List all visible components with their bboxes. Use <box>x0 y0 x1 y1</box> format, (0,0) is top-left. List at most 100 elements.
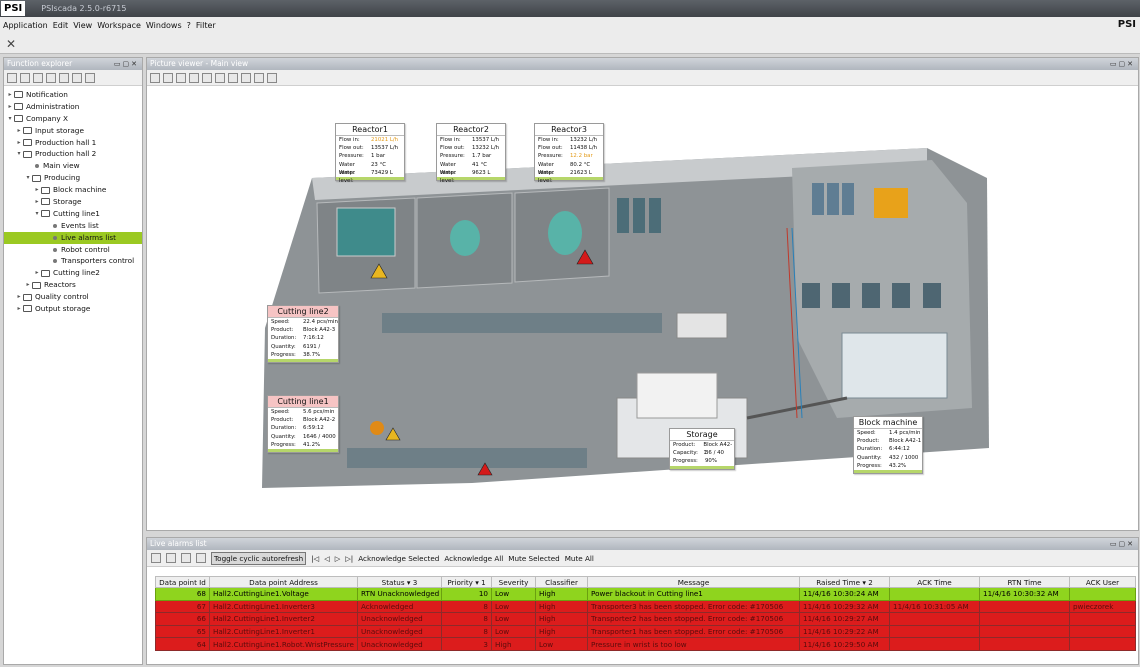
first-page-icon[interactable]: |◁ <box>311 554 319 563</box>
image-icon[interactable] <box>241 72 251 83</box>
pick-icon[interactable] <box>163 72 173 83</box>
column-header[interactable]: Message <box>587 576 800 588</box>
mute-all-button[interactable]: Mute All <box>565 554 594 563</box>
expand-arrow-icon[interactable]: ▸ <box>24 279 32 291</box>
prev-page-icon[interactable]: ◁ <box>324 554 330 563</box>
menu-workspace[interactable]: Workspace <box>97 21 141 30</box>
expand-arrow-icon[interactable]: ▾ <box>15 148 23 160</box>
panel-controls-icon[interactable]: ▭▢✕ <box>1110 58 1135 70</box>
menu-edit[interactable]: Edit <box>53 21 69 30</box>
tree-item[interactable]: Live alarms list <box>4 231 142 244</box>
refresh-icon[interactable] <box>151 553 161 563</box>
expand-all-icon[interactable] <box>20 72 30 83</box>
tree-item[interactable]: ▸ Notification <box>4 89 142 101</box>
info-value: 1646 / 4000 <box>303 433 336 440</box>
ack-all-button[interactable]: Acknowledge All <box>444 554 503 563</box>
list-icon[interactable] <box>85 72 95 83</box>
ack-selected-button[interactable]: Acknowledge Selected <box>358 554 439 563</box>
zoom-in-icon[interactable] <box>176 72 186 83</box>
open-folder-icon[interactable] <box>267 72 277 83</box>
cutting-line2-infobox[interactable]: Cutting line2 Speed: 22.4 pcs/min Product:… <box>267 305 339 363</box>
pan-icon[interactable] <box>254 72 264 83</box>
zoom-out-icon[interactable] <box>189 72 199 83</box>
tree-item[interactable]: ▸ Cutting line2 <box>4 267 142 279</box>
tree-item-label: Company X <box>26 113 69 123</box>
alarm-row[interactable]: 66 Hall2.CuttingLine1.Inverter2 Unacknowle… <box>155 612 1136 626</box>
menu-filter[interactable]: Filter <box>196 21 216 30</box>
storage-infobox[interactable]: Storage Product: Block A42-1 Capacity: 36 /… <box>669 428 735 470</box>
autorefresh-icon[interactable] <box>196 553 206 563</box>
tree-item[interactable]: Robot control <box>4 244 142 256</box>
expand-arrow-icon[interactable]: ▾ <box>33 208 41 220</box>
alarm-row[interactable]: 68 Hall2.CuttingLine1.Voltage RTN Unacknow… <box>155 587 1136 601</box>
column-header[interactable]: ACK Time <box>889 576 980 588</box>
alarm-row[interactable]: 65 Hall2.CuttingLine1.Inverter1 Unacknowle… <box>155 624 1136 639</box>
filter-icon[interactable] <box>72 72 82 83</box>
mute-selected-button[interactable]: Mute Selected <box>508 554 559 563</box>
tree-item[interactable]: ▸ Reactors <box>4 279 142 291</box>
last-page-icon[interactable]: ▷| <box>345 554 353 563</box>
expand-arrow-icon[interactable]: ▸ <box>15 125 23 137</box>
reactor2-infobox[interactable]: Reactor2 Flow in: 13537 L/h Flow out: 13232… <box>436 123 506 184</box>
expand-arrow-icon[interactable]: ▸ <box>15 291 23 303</box>
cutting-line1-infobox[interactable]: Cutting line1 Speed: 5.6 pcs/min Product: B… <box>267 395 339 453</box>
tree-item[interactable]: ▸ Administration <box>4 101 142 113</box>
tree-icon-4[interactable] <box>46 72 56 83</box>
column-header[interactable]: Data point Address <box>209 576 358 588</box>
next-page-icon[interactable]: ▷ <box>335 554 341 563</box>
expand-arrow-icon[interactable]: ▸ <box>33 184 41 196</box>
tree-item[interactable]: ▸ Output storage <box>4 303 142 315</box>
expand-arrow-icon[interactable]: ▾ <box>6 113 14 125</box>
expand-arrow-icon[interactable]: ▸ <box>6 89 14 101</box>
block-machine-infobox[interactable]: Block machine Speed: 1.4 pcs/min Product: B… <box>853 416 923 474</box>
tree-item[interactable]: ▾ Producing <box>4 172 142 184</box>
panel-controls-icon[interactable]: ▭▢✕ <box>1110 538 1135 550</box>
link-icon[interactable] <box>181 553 191 563</box>
column-header[interactable]: RTN Time <box>979 576 1070 588</box>
tree-item[interactable]: Events list <box>4 220 142 232</box>
zoom-reset-icon[interactable] <box>215 72 225 83</box>
plant-canvas[interactable]: Reactor1 Flow in: 21021 L/h Flow out: 13537… <box>147 88 1138 530</box>
column-header[interactable]: Severity <box>491 576 536 588</box>
toggle-autorefresh-button[interactable]: Toggle cyclic autorefresh <box>211 551 307 565</box>
tree-item[interactable]: ▸ Quality control <box>4 291 142 303</box>
menu-view[interactable]: View <box>73 21 92 30</box>
tree-item[interactable]: ▾ Production hall 2 <box>4 148 142 160</box>
menu-help[interactable]: ? <box>187 21 191 30</box>
reactor3-infobox[interactable]: Reactor3 Flow in: 13232 L/h Flow out: 11438… <box>534 123 604 184</box>
expand-arrow-icon[interactable]: ▸ <box>33 196 41 208</box>
column-header[interactable]: Priority ▾ 1 <box>441 576 492 588</box>
alarm-row[interactable]: 64 Hall2.CuttingLine1.Robot.WristPressure… <box>155 637 1136 651</box>
tree-item[interactable]: ▸ Input storage <box>4 125 142 137</box>
layers-icon[interactable] <box>228 72 238 83</box>
reactor1-infobox[interactable]: Reactor1 Flow in: 21021 L/h Flow out: 13537… <box>335 123 405 184</box>
tree-item[interactable]: ▾ Cutting line1 <box>4 208 142 220</box>
tree-icon-3[interactable] <box>33 72 43 83</box>
tree-item[interactable]: ▸ Block machine <box>4 184 142 196</box>
expand-arrow-icon[interactable]: ▸ <box>6 101 14 113</box>
expand-arrow-icon[interactable]: ▾ <box>24 172 32 184</box>
refresh-icon[interactable] <box>150 72 160 83</box>
zoom-fit-icon[interactable] <box>202 72 212 83</box>
binoculars-icon[interactable] <box>59 72 69 83</box>
close-perspective-icon[interactable]: ✕ <box>6 37 16 51</box>
column-header[interactable]: Status ▾ 3 <box>357 576 442 588</box>
expand-arrow-icon[interactable]: ▸ <box>15 137 23 149</box>
collapse-all-icon[interactable] <box>7 72 17 83</box>
panel-controls-icon[interactable]: ▭▢✕ <box>114 58 139 70</box>
column-header[interactable]: ACK User <box>1069 576 1136 588</box>
tree-item[interactable]: Main view <box>4 160 142 172</box>
column-header[interactable]: Data point Id <box>155 576 210 588</box>
expand-arrow-icon[interactable]: ▸ <box>15 303 23 315</box>
menu-application[interactable]: Application <box>3 21 48 30</box>
column-header[interactable]: Raised Time ▾ 2 <box>799 576 890 588</box>
tree-item[interactable]: ▸ Storage <box>4 196 142 208</box>
tree-item[interactable]: Transporters control <box>4 255 142 267</box>
tree-item[interactable]: ▸ Production hall 1 <box>4 137 142 149</box>
alarm-row[interactable]: 67 Hall2.CuttingLine1.Inverter3 Acknowledg… <box>155 599 1136 614</box>
tree-item[interactable]: ▾ Company X <box>4 113 142 125</box>
column-header[interactable]: Classifier <box>535 576 588 588</box>
pin-icon[interactable] <box>166 553 176 563</box>
expand-arrow-icon[interactable]: ▸ <box>33 267 41 279</box>
menu-windows[interactable]: Windows <box>146 21 182 30</box>
